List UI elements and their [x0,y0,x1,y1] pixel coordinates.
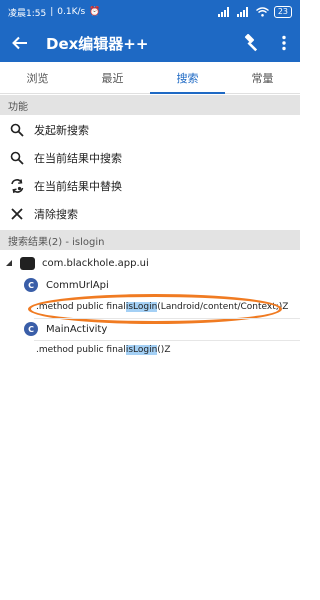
alarm-icon: ⏰ [89,7,101,17]
tab-search[interactable]: 搜索 [150,62,225,94]
back-button[interactable] [0,24,40,62]
hammer-icon [244,34,258,52]
method-signature: ()Z [157,345,171,355]
menu-search-in-results[interactable]: 在当前结果中搜索 [0,144,300,172]
replace-icon [10,178,23,193]
package-row[interactable]: com.blackhole.app.ui [6,253,149,273]
menu-new-search-label: 发起新搜索 [34,124,89,137]
class-icon: C [24,278,38,292]
more-options-button[interactable] [268,24,300,62]
tab-bar: 浏览 最近 搜索 常量 [0,62,300,94]
battery-indicator: 23 [273,6,292,18]
status-bar: 凌晨1:55 | 0.1K/s ⏰ 23 [0,0,300,24]
signal-icon-2 [236,7,248,17]
menu-new-search[interactable]: 发起新搜索 [0,116,300,144]
menu-replace-in-results-label: 在当前结果中替换 [34,180,122,193]
class-icon: C [24,322,38,336]
menu-replace-in-results[interactable]: 在当前结果中替换 [0,172,300,200]
tab-recent[interactable]: 最近 [75,62,150,93]
divider [34,340,300,341]
build-button[interactable] [236,24,268,62]
search-icon [10,151,24,165]
search-match-highlight: isLogin [125,345,158,355]
package-icon [20,256,35,270]
tab-constants[interactable]: 常量 [225,62,300,93]
class-row-mainactivity[interactable]: C MainActivity [24,320,107,338]
class-name: MainActivity [46,323,108,335]
results-section-header: 搜索结果(2) - islogin [0,230,300,250]
collapse-triangle-icon [6,260,12,266]
class-name: CommUrlApi [46,279,109,291]
tab-browse[interactable]: 浏览 [0,62,75,93]
app-title: Dex编辑器++ [46,34,149,53]
method-prefix: .method public final [36,345,126,355]
search-icon [10,123,24,137]
package-name: com.blackhole.app.ui [42,257,149,269]
more-vert-icon [282,35,286,51]
back-arrow-icon [12,36,27,50]
status-speed: 0.1K/s [57,7,86,17]
app-bar: Dex编辑器++ [0,24,300,62]
class-row-commurlapi[interactable]: C CommUrlApi [24,276,109,294]
close-icon [11,208,23,220]
menu-clear-search-label: 清除搜索 [34,208,78,221]
menu-clear-search[interactable]: 清除搜索 [0,200,300,228]
function-section-header: 功能 [0,95,300,115]
status-time: 凌晨1:55 [8,8,47,19]
divider [34,318,300,319]
method-row-islogin[interactable]: .method public final isLogin ()Z [36,342,171,358]
menu-search-in-results-label: 在当前结果中搜索 [34,152,122,165]
signal-icon [217,7,229,17]
wifi-icon [255,7,269,17]
